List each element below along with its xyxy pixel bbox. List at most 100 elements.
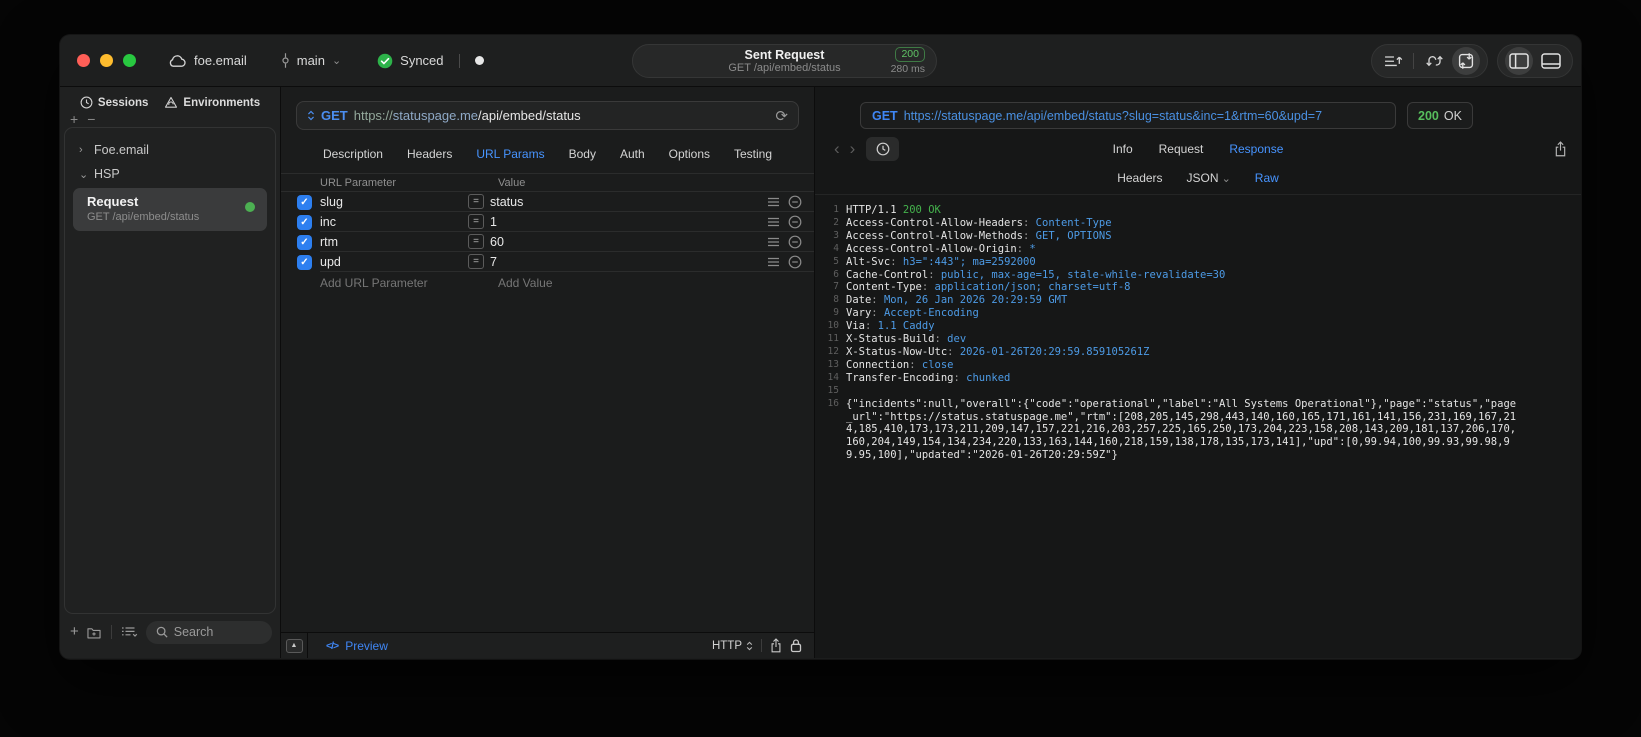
response-line: 16 {"incidents":null,"overall":{"code":"o…: [823, 398, 1569, 463]
param-checkbox[interactable]: ✓: [297, 234, 312, 250]
toggle-sidebar-button[interactable]: [1505, 47, 1533, 75]
tab-testing[interactable]: Testing: [734, 147, 772, 161]
tab-environments[interactable]: Environments: [164, 96, 260, 109]
line-content: Access-Control-Allow-Methods: GET, OPTIO…: [846, 229, 1112, 242]
collapse-panel-button[interactable]: ▲: [281, 633, 308, 658]
branch-chevron-down-icon[interactable]: ⌄: [332, 54, 341, 67]
tab-url-params[interactable]: URL Params: [476, 147, 544, 161]
tab-info[interactable]: Info: [1113, 142, 1133, 156]
add-request-button[interactable]: +: [70, 624, 79, 639]
equals-icon[interactable]: =: [468, 254, 484, 269]
tab-body[interactable]: Body: [569, 147, 596, 161]
tab-request[interactable]: Request: [1159, 142, 1204, 156]
add-param-name-placeholder[interactable]: Add URL Parameter: [320, 276, 476, 290]
remove-session-button[interactable]: −: [87, 112, 95, 126]
status-badge: 200: [895, 47, 925, 62]
minimize-window-button[interactable]: [100, 54, 113, 67]
remove-row-icon[interactable]: [788, 215, 802, 229]
equals-icon[interactable]: =: [468, 214, 484, 229]
sent-request-pill[interactable]: Sent Request GET /api/embed/status 200 2…: [632, 44, 937, 78]
sent-request-method: GET: [872, 108, 898, 123]
param-name[interactable]: rtm: [320, 235, 468, 249]
toolbar-divider: [1413, 53, 1414, 69]
request-tree: › Foe.email ⌄ HSP Request GET /api/embed…: [64, 127, 276, 614]
response-line: 4 Access-Control-Allow-Origin: *: [823, 243, 1569, 256]
tab-auth[interactable]: Auth: [620, 147, 645, 161]
tree-group-hsp[interactable]: ⌄ HSP: [71, 162, 269, 186]
param-checkbox[interactable]: ✓: [297, 214, 312, 230]
param-name[interactable]: upd: [320, 255, 468, 269]
tab-options[interactable]: Options: [669, 147, 710, 161]
row-menu-icon[interactable]: [767, 217, 780, 227]
request-url-bar[interactable]: GET https://statuspage.me/api/embed/stat…: [296, 101, 799, 130]
response-status-text: OK: [1443, 108, 1462, 123]
subtab-json-dropdown[interactable]: JSON ⌄: [1187, 171, 1231, 185]
toggle-bottom-panel-button[interactable]: [1537, 47, 1565, 75]
editor-footer: ▲ </> Preview HTTP: [281, 632, 814, 658]
list-sort-icon: [121, 626, 139, 638]
resend-request-icon[interactable]: ⟳: [775, 107, 788, 125]
new-folder-button[interactable]: [86, 626, 102, 639]
project-name[interactable]: foe.email: [194, 53, 247, 68]
import-export-button[interactable]: [1452, 47, 1480, 75]
lock-icon[interactable]: [790, 638, 802, 653]
share-button[interactable]: [770, 638, 782, 653]
sync-requests-button[interactable]: [1420, 47, 1448, 75]
param-name[interactable]: inc: [320, 215, 468, 229]
line-number: 10: [827, 320, 839, 332]
line-number: 11: [827, 333, 839, 345]
response-pane: GET https://statuspage.me/api/embed/stat…: [815, 87, 1581, 658]
tab-description[interactable]: Description: [323, 147, 383, 161]
subtab-raw[interactable]: Raw: [1255, 171, 1279, 185]
equals-icon[interactable]: =: [468, 194, 484, 209]
remove-row-icon[interactable]: [788, 195, 802, 209]
branch-name[interactable]: main: [297, 53, 325, 68]
tab-sessions[interactable]: Sessions: [80, 96, 148, 109]
branch-icon: [281, 53, 290, 68]
param-checkbox[interactable]: ✓: [297, 254, 312, 270]
chevron-down-icon: ⌄: [79, 168, 89, 181]
zoom-window-button[interactable]: [123, 54, 136, 67]
search-input[interactable]: [173, 625, 262, 639]
add-param-value-placeholder[interactable]: Add Value: [498, 276, 553, 290]
request-method[interactable]: GET: [321, 108, 348, 123]
request-url[interactable]: https://statuspage.me/api/embed/status: [354, 108, 581, 123]
row-menu-icon[interactable]: [767, 257, 780, 267]
remove-row-icon[interactable]: [788, 235, 802, 249]
subtab-json-label: JSON: [1186, 171, 1219, 185]
param-name[interactable]: slug: [320, 195, 468, 209]
close-window-button[interactable]: [77, 54, 90, 67]
sort-options-button[interactable]: [121, 626, 139, 638]
method-selector-icon[interactable]: [307, 110, 315, 121]
add-session-button[interactable]: +: [70, 112, 78, 126]
param-checkbox[interactable]: ✓: [297, 194, 312, 210]
tree-group-foe-email[interactable]: › Foe.email: [71, 138, 269, 162]
line-content: Alt-Svc: h3=":443"; ma=2592000: [846, 255, 1036, 268]
equals-icon[interactable]: =: [468, 234, 484, 249]
request-list-button[interactable]: [1379, 47, 1407, 75]
line-content: X-Status-Build: dev: [846, 333, 967, 346]
request-list-item-selected[interactable]: Request GET /api/embed/status: [73, 188, 267, 231]
subtab-headers[interactable]: Headers: [1117, 171, 1162, 185]
tab-headers[interactable]: Headers: [407, 147, 452, 161]
url-host: statuspage.me: [392, 108, 479, 123]
duration-label: 280 ms: [890, 63, 925, 75]
tab-response[interactable]: Response: [1229, 142, 1283, 156]
param-value[interactable]: 1: [490, 215, 759, 229]
response-line: 5 Alt-Svc: h3=":443"; ma=2592000: [823, 256, 1569, 269]
param-value[interactable]: 7: [490, 255, 759, 269]
preview-button[interactable]: </> Preview: [326, 639, 388, 653]
sidebar-search[interactable]: [145, 620, 272, 644]
param-value[interactable]: status: [490, 195, 759, 209]
row-menu-icon[interactable]: [767, 197, 780, 207]
response-body[interactable]: 1 HTTP/1.1 200 OK 2 Access-Control-Allow-He…: [815, 195, 1581, 658]
row-menu-icon[interactable]: [767, 237, 780, 247]
response-line: 3 Access-Control-Allow-Methods: GET, OPTI…: [823, 230, 1569, 243]
import-export-icon: [1457, 52, 1475, 70]
protocol-selector[interactable]: HTTP: [712, 640, 753, 652]
sent-request-subtitle: GET /api/embed/status: [728, 61, 841, 74]
sent-request-url-box[interactable]: GET https://statuspage.me/api/embed/stat…: [860, 102, 1396, 129]
response-line: 8 Date: Mon, 26 Jan 2026 20:29:59 GMT: [823, 294, 1569, 307]
remove-row-icon[interactable]: [788, 255, 802, 269]
param-value[interactable]: 60: [490, 235, 759, 249]
